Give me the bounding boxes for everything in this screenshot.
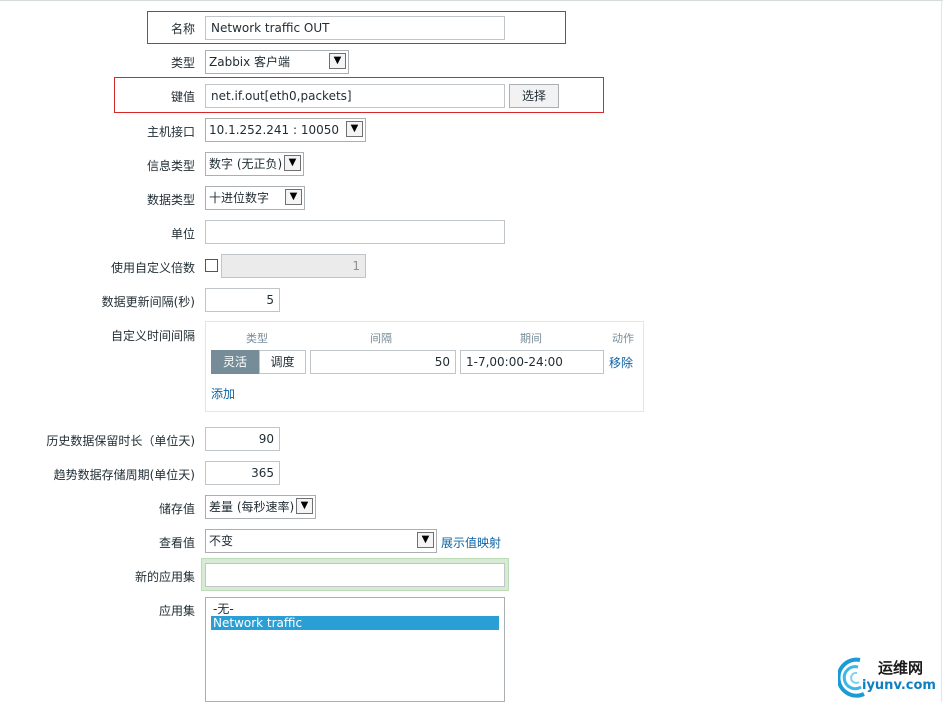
data-type-value: 十进位数字	[209, 191, 270, 205]
chevron-down-icon: ▼	[284, 155, 301, 171]
interval-value-input[interactable]: 50	[310, 350, 456, 374]
chevron-down-icon: ▼	[417, 532, 434, 548]
history-input[interactable]: 90	[205, 427, 280, 451]
type-select[interactable]: Zabbix 客户端 ▼	[205, 50, 349, 74]
multiplier-checkbox[interactable]	[205, 259, 218, 272]
interval-type-scheduling[interactable]: 调度	[259, 350, 306, 374]
type-label: 类型	[170, 56, 195, 70]
application-option-network-traffic[interactable]: Network traffic	[211, 616, 499, 630]
chevron-down-icon: ▼	[296, 498, 313, 514]
watermark-line1: 运维网	[878, 659, 924, 677]
host-interface-label: 主机接口	[146, 125, 195, 139]
new-application-label: 新的应用集	[134, 570, 195, 584]
new-application-input[interactable]	[205, 563, 505, 587]
add-interval-link[interactable]: 添加	[211, 385, 235, 402]
store-value-label: 储存值	[158, 502, 195, 516]
type-select-value: Zabbix 客户端	[209, 55, 291, 69]
key-label: 键值	[170, 90, 195, 104]
data-type-label: 数据类型	[146, 193, 195, 207]
info-type-select[interactable]: 数字 (无正负) ▼	[205, 152, 304, 176]
history-label: 历史数据保留时长（单位天)	[46, 434, 195, 448]
chevron-down-icon: ▼	[285, 189, 302, 205]
update-interval-label: 数据更新间隔(秒)	[101, 295, 195, 309]
trends-input[interactable]: 365	[205, 461, 280, 485]
right-border	[941, 0, 942, 702]
trends-label: 趋势数据存储周期(单位天)	[53, 468, 195, 482]
key-select-button[interactable]: 选择	[509, 84, 559, 108]
header-period: 期间	[520, 332, 542, 345]
key-input[interactable]: net.if.out[eth0,packets]	[205, 84, 505, 108]
header-type: 类型	[246, 332, 268, 345]
units-input[interactable]	[205, 220, 505, 244]
host-interface-value: 10.1.252.241 : 10050	[209, 123, 340, 137]
multiplier-label: 使用自定义倍数	[110, 261, 195, 275]
name-input[interactable]: Network traffic OUT	[205, 16, 505, 40]
show-value-mapping-link[interactable]: 展示值映射	[441, 534, 501, 551]
header-interval: 间隔	[370, 332, 392, 345]
multiplier-input: 1	[221, 254, 366, 278]
show-value-label: 查看值	[158, 536, 195, 550]
name-label: 名称	[170, 22, 195, 36]
chevron-down-icon: ▼	[329, 53, 346, 69]
applications-listbox[interactable]: -无- Network traffic	[205, 597, 505, 702]
interval-type-flexible[interactable]: 灵活	[211, 350, 259, 374]
custom-intervals-table: 类型 间隔 期间 动作 灵活 调度 50 1-7,00:00-24:00 移除 …	[205, 321, 644, 412]
show-value-value: 不变	[209, 534, 234, 548]
info-type-label: 信息类型	[146, 159, 195, 173]
info-type-value: 数字 (无正负)	[209, 157, 283, 171]
store-value-select[interactable]: 差量 (每秒速率) ▼	[205, 495, 316, 519]
data-type-select[interactable]: 十进位数字 ▼	[205, 186, 305, 210]
show-value-select[interactable]: 不变 ▼	[205, 529, 437, 553]
applications-label: 应用集	[158, 604, 195, 618]
interval-period-input[interactable]: 1-7,00:00-24:00	[460, 350, 604, 374]
application-option-none[interactable]: -无-	[211, 602, 499, 616]
custom-intervals-label: 自定义时间间隔	[110, 329, 195, 343]
units-label: 单位	[170, 227, 195, 241]
store-value-value: 差量 (每秒速率)	[209, 500, 295, 514]
remove-interval-link[interactable]: 移除	[609, 354, 633, 371]
header-action: 动作	[612, 332, 634, 345]
update-interval-input[interactable]: 5	[205, 288, 280, 312]
top-border	[0, 0, 943, 1]
host-interface-select[interactable]: 10.1.252.241 : 10050 ▼	[205, 118, 366, 142]
watermark-line2: iyunv.com	[862, 678, 936, 693]
chevron-down-icon: ▼	[346, 121, 363, 137]
